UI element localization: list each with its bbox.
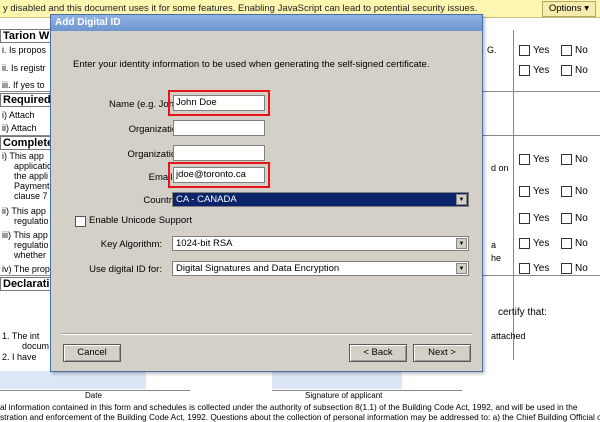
dialog-separator	[61, 333, 472, 335]
yes-checkbox[interactable]	[519, 65, 530, 76]
yes-label: Yes	[533, 263, 550, 274]
use-for-select[interactable]: Digital Signatures and Data Encryption ▼	[172, 261, 469, 276]
no-checkbox[interactable]	[561, 213, 572, 224]
use-for-label: Use digital ID for:	[89, 264, 162, 275]
key-algorithm-value: 1024-bit RSA	[176, 238, 233, 249]
tarion-item-1: i. Is propos	[2, 45, 47, 55]
chevron-down-icon: ▾	[584, 3, 589, 14]
no-label: No	[575, 65, 588, 76]
yes-checkbox[interactable]	[519, 154, 530, 165]
back-button[interactable]: < Back	[349, 344, 407, 362]
yes-checkbox[interactable]	[519, 45, 530, 56]
complete-item-2: ii) This app	[2, 206, 46, 216]
options-label: Options	[548, 3, 582, 14]
no-label: No	[575, 45, 588, 56]
tarion-item-2: ii. Is registr	[2, 63, 46, 73]
key-algorithm-select[interactable]: 1024-bit RSA ▼	[172, 236, 469, 251]
no-checkbox[interactable]	[561, 263, 572, 274]
next-button[interactable]: Next >	[413, 344, 471, 362]
email-highlight	[168, 162, 270, 188]
yes-checkbox[interactable]	[519, 263, 530, 274]
yes-label: Yes	[533, 186, 550, 197]
footer-line-1: al information contained in this form an…	[0, 402, 578, 412]
yes-label: Yes	[533, 45, 550, 56]
add-digital-id-dialog: Add Digital ID Enter your identity infor…	[50, 14, 483, 372]
no-checkbox[interactable]	[561, 238, 572, 249]
tarion-item-3: iii. If yes to	[2, 80, 45, 90]
signature-caption: Signature of applicant	[305, 391, 383, 400]
yes-label: Yes	[533, 238, 550, 249]
org-name-input[interactable]	[173, 145, 265, 161]
org-unit-input[interactable]	[173, 120, 265, 136]
no-label: No	[575, 238, 588, 249]
yes-checkbox[interactable]	[519, 238, 530, 249]
declaration-item-1-line2: docum	[22, 341, 50, 351]
yes-label: Yes	[533, 213, 550, 224]
fragment-d-on: d on	[491, 163, 509, 173]
signature-field[interactable]	[272, 371, 402, 389]
complete-item-1-line5: clause 7	[14, 191, 48, 201]
declaration-item-2: 2. I have	[2, 352, 37, 362]
complete-item-4: iv) The prop	[2, 264, 50, 274]
key-algorithm-label: Key Algorithm:	[100, 239, 162, 250]
country-value: CA - CANADA	[176, 194, 237, 205]
yes-checkbox[interactable]	[519, 213, 530, 224]
dialog-instruction: Enter your identity information to be us…	[73, 59, 430, 70]
fragment-g: G.	[487, 45, 497, 55]
use-for-value: Digital Signatures and Data Encryption	[176, 263, 340, 274]
yes-checkbox[interactable]	[519, 186, 530, 197]
options-button[interactable]: Options ▾	[541, 1, 596, 17]
unicode-checkbox[interactable]	[75, 216, 86, 227]
date-field[interactable]	[0, 371, 146, 389]
required-item-1: i) Attach	[2, 110, 35, 120]
no-label: No	[575, 186, 588, 197]
complete-item-3-line2: regulatio	[14, 240, 49, 250]
complete-item-2-line2: regulatio	[14, 216, 49, 226]
attached-text: attached	[491, 331, 526, 341]
cancel-button[interactable]: Cancel	[63, 344, 121, 362]
no-label: No	[575, 263, 588, 274]
complete-item-1-line2: applicatio	[14, 161, 53, 171]
required-item-2: ii) Attach	[2, 123, 37, 133]
date-caption: Date	[85, 391, 102, 400]
certify-text: certify that:	[498, 307, 547, 318]
chevron-down-icon[interactable]: ▼	[456, 238, 467, 249]
fragment-a: a	[491, 240, 497, 250]
no-label: No	[575, 213, 588, 224]
chevron-down-icon[interactable]: ▼	[456, 263, 467, 274]
yes-label: Yes	[533, 65, 550, 76]
complete-item-1-line3: the appli	[14, 171, 49, 181]
complete-item-3: iii) This app	[2, 230, 48, 240]
chevron-down-icon[interactable]: ▼	[456, 194, 467, 205]
no-checkbox[interactable]	[561, 45, 572, 56]
fragment-he: he	[491, 253, 502, 263]
no-label: No	[575, 154, 588, 165]
no-checkbox[interactable]	[561, 154, 572, 165]
declaration-item-1: 1. The int	[2, 331, 40, 341]
complete-item-3-line3: whether	[14, 250, 47, 260]
no-checkbox[interactable]	[561, 186, 572, 197]
dialog-title: Add Digital ID	[51, 15, 482, 31]
no-checkbox[interactable]	[561, 65, 572, 76]
country-select[interactable]: CA - CANADA ▼	[172, 192, 469, 207]
complete-item-1: i) This app	[2, 151, 44, 161]
complete-item-1-line4: Payment	[14, 181, 50, 191]
unicode-label: Enable Unicode Support	[89, 215, 192, 226]
name-highlight	[168, 90, 270, 116]
warning-message: y disabled and this document uses it for…	[3, 3, 478, 14]
yes-label: Yes	[533, 154, 550, 165]
